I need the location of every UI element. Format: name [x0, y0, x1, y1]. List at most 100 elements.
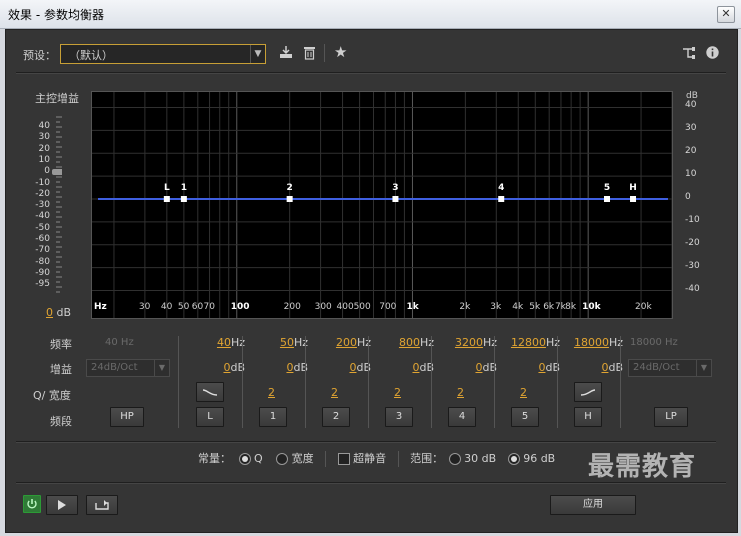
master-gain-readout[interactable]: 0 dB: [46, 306, 71, 319]
band-freq-value[interactable]: 18000: [574, 336, 609, 349]
column-divider: [620, 336, 621, 428]
range-30db-radio[interactable]: [448, 453, 461, 465]
freq-tick: 5k: [529, 302, 541, 312]
band-freq[interactable]: 40Hz: [187, 336, 245, 349]
band-q-value[interactable]: 2: [520, 386, 527, 399]
band-node-2[interactable]: [286, 196, 293, 202]
close-button[interactable]: ✕: [717, 6, 735, 23]
band-node-h[interactable]: [630, 196, 637, 202]
band-button-4[interactable]: 4: [448, 407, 476, 427]
lp-slope-value: 24dB/Oct: [633, 362, 680, 373]
band-freq-value[interactable]: 50: [280, 336, 294, 349]
hp-button[interactable]: HP: [110, 407, 144, 427]
ultra-quiet-checkbox[interactable]: [337, 453, 350, 465]
play-button[interactable]: [46, 495, 78, 515]
band-freq-value[interactable]: 200: [336, 336, 357, 349]
band-q-value[interactable]: 2: [394, 386, 401, 399]
right-axis-tick: -40: [685, 283, 700, 294]
band-freq-value[interactable]: 40: [217, 336, 231, 349]
constant-q-radio[interactable]: [238, 453, 251, 465]
info-icon[interactable]: [706, 46, 719, 59]
lp-button[interactable]: LP: [654, 407, 688, 427]
power-icon: [27, 499, 37, 509]
master-gain-unit: dB: [56, 306, 72, 319]
eq-graph-canvas[interactable]: L 1 2 3 4 5 H: [92, 92, 672, 318]
range-96db-radio[interactable]: [507, 453, 520, 465]
band-freq-value[interactable]: 800: [399, 336, 420, 349]
band-node-4[interactable]: [498, 196, 505, 202]
band-button-2[interactable]: 2: [322, 407, 350, 427]
lp-slope-select[interactable]: 24dB/Oct ▼: [628, 359, 712, 377]
band-node-label: H: [629, 183, 637, 193]
band-button-h[interactable]: H: [574, 407, 602, 427]
freq-tick: Hz: [94, 302, 107, 312]
master-gain-tick: -50: [35, 222, 50, 233]
band-gain[interactable]: 0dB: [187, 361, 245, 374]
freq-tick: 60: [191, 302, 204, 312]
hp-slope-select[interactable]: 24dB/Oct ▼: [86, 359, 170, 377]
freq-tick: 3k: [490, 302, 502, 312]
band-button-3[interactable]: 3: [385, 407, 413, 427]
hp-freq-value: 40: [105, 337, 118, 348]
band-freq[interactable]: 50Hz: [250, 336, 308, 349]
band-button-1[interactable]: 1: [259, 407, 287, 427]
band-freq[interactable]: 200Hz: [313, 336, 371, 349]
freq-tick: 500: [353, 302, 371, 312]
band-gain[interactable]: 0dB: [313, 361, 371, 374]
master-gain-value[interactable]: 0: [46, 306, 53, 319]
slider-thumb[interactable]: [52, 169, 62, 175]
band-freq[interactable]: 18000Hz: [565, 336, 623, 349]
band-q-value[interactable]: 2: [457, 386, 464, 399]
band-gain[interactable]: 0dB: [376, 361, 434, 374]
band-node-5[interactable]: [604, 196, 611, 202]
band-freq-value[interactable]: 3200: [455, 336, 483, 349]
band-q-value[interactable]: 2: [268, 386, 275, 399]
high-shelf-toggle[interactable]: [574, 382, 602, 402]
freq-tick: 300: [314, 302, 332, 312]
freq-tick: 4k: [512, 302, 524, 312]
band-node-1[interactable]: [180, 196, 187, 202]
power-button[interactable]: [23, 495, 41, 513]
column-divider: [431, 336, 432, 428]
band-q-value[interactable]: 2: [331, 386, 338, 399]
favorite-star-icon[interactable]: ★: [334, 45, 347, 60]
band-gain[interactable]: 0dB: [565, 361, 623, 374]
play-icon: [58, 500, 66, 510]
apply-button[interactable]: 应用: [550, 495, 636, 515]
band-node-label: 1: [181, 183, 187, 193]
master-gain-tick: -10: [35, 177, 50, 188]
ultra-quiet-label: 超静音: [353, 452, 387, 465]
band-freq[interactable]: 3200Hz: [439, 336, 497, 349]
right-axis-tick: -30: [685, 260, 700, 271]
band-node-l[interactable]: [163, 196, 170, 202]
band-gain[interactable]: 0dB: [250, 361, 308, 374]
q-width-row-label: Q/ 宽度: [33, 389, 71, 402]
low-shelf-icon: [202, 389, 218, 396]
master-gain-tick: 20: [38, 143, 50, 154]
loop-button[interactable]: [86, 495, 118, 515]
low-shelf-toggle[interactable]: [196, 382, 224, 402]
column-divider: [242, 336, 243, 428]
constant-width-radio[interactable]: [276, 453, 289, 465]
routing-icon[interactable]: [682, 46, 696, 60]
band-button-l[interactable]: L: [196, 407, 224, 427]
master-gain-tick: -95: [35, 279, 50, 290]
save-preset-icon[interactable]: [279, 45, 293, 59]
delete-preset-icon[interactable]: [303, 46, 316, 60]
constant-q-label: Q: [254, 452, 263, 465]
band-gain[interactable]: 0dB: [502, 361, 560, 374]
preset-dropdown[interactable]: （默认） ▼: [60, 44, 266, 64]
column-divider: [494, 336, 495, 428]
band-freq[interactable]: 12800Hz: [502, 336, 560, 349]
band-button-5[interactable]: 5: [511, 407, 539, 427]
master-gain-tick: 30: [38, 132, 50, 143]
band-gain[interactable]: 0dB: [439, 361, 497, 374]
master-gain-slider[interactable]: [52, 115, 62, 295]
freq-tick: 10k: [582, 302, 601, 312]
constant-width-label: 宽度: [291, 452, 314, 465]
band-node-3[interactable]: [392, 196, 399, 202]
watermark: 最需教育: [588, 452, 697, 482]
band-freq[interactable]: 800Hz: [376, 336, 434, 349]
band-freq-value[interactable]: 12800: [511, 336, 546, 349]
eq-graph[interactable]: L 1 2 3 4 5 H: [91, 91, 673, 319]
